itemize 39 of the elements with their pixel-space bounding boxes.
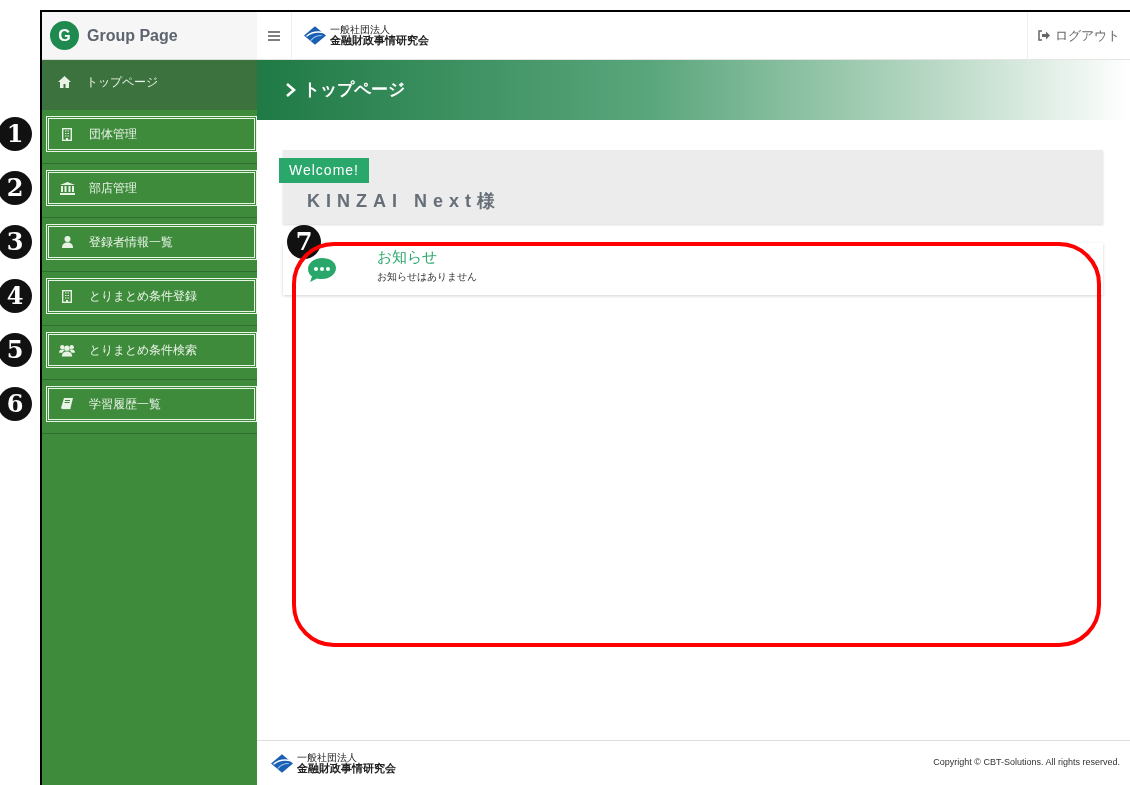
callout-number: 4 (0, 279, 32, 313)
callout-number: 2 (0, 171, 32, 205)
user-name: KINZAI Next様 (307, 191, 501, 211)
callout-number: 1 (0, 117, 32, 151)
logout-link[interactable]: ログアウト (1027, 11, 1130, 60)
callout-number: 7 (287, 225, 321, 259)
user-icon (61, 236, 73, 248)
welcome-tag: Welcome! (279, 158, 369, 183)
callout-number: 3 (0, 225, 32, 259)
chevron-icon (285, 82, 297, 98)
logout-icon (1038, 30, 1050, 41)
notice-title: お知らせ (377, 249, 438, 266)
logo-badge: G (50, 21, 79, 50)
users-icon (59, 343, 75, 357)
app-title: Group Page (87, 25, 178, 46)
callout-number: 6 (0, 387, 32, 421)
org-type: 一般社団法人 (330, 25, 390, 35)
bank-icon (59, 181, 75, 195)
callout-number: 5 (0, 333, 32, 367)
home-icon (57, 76, 71, 88)
menu-icon (268, 30, 280, 41)
notice-message: お知らせはありません (377, 269, 477, 284)
sidebar-item[interactable]: とりまとめ条件登録 (46, 278, 257, 314)
chat-icon (307, 257, 337, 283)
org-name: 金融財政事情研究会 (330, 35, 429, 46)
building-icon (62, 127, 72, 141)
org-type: 一般社団法人 (297, 752, 357, 763)
sidebar-item[interactable]: 学習履歴一覧 (46, 386, 257, 422)
sidebar-item[interactable]: 部店管理 (46, 170, 257, 206)
org-logo-icon (304, 26, 326, 45)
sidebar-item[interactable]: 登録者情報一覧 (46, 224, 257, 260)
sidebar-item[interactable]: とりまとめ条件検索 (46, 332, 257, 368)
book-icon (61, 398, 73, 410)
org-name: 金融財政事情研究会 (297, 762, 396, 774)
building-icon (62, 289, 72, 303)
page-title: トップページ (303, 79, 405, 102)
org-logo-icon (271, 753, 293, 773)
copyright-text: Copyright © CBT-Solutions. All rights reserved. (933, 756, 1120, 770)
sidebar-item[interactable]: 団体管理 (46, 116, 257, 152)
